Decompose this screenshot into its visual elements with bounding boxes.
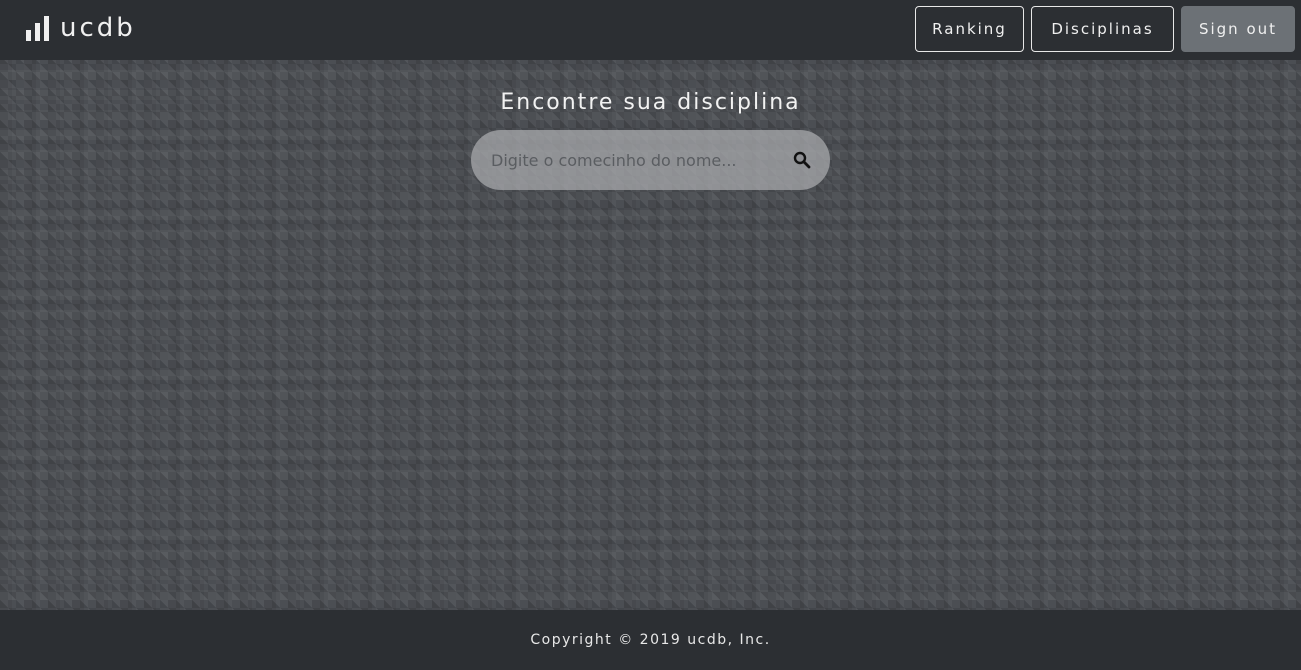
footer: Copyright © 2019 ucdb, Inc.: [0, 610, 1301, 670]
ranking-button[interactable]: Ranking: [915, 6, 1024, 52]
disciplinas-button[interactable]: Disciplinas: [1031, 6, 1174, 52]
search-box: [471, 130, 830, 190]
copyright-text: Copyright © 2019 ucdb, Inc.: [530, 632, 771, 648]
top-navbar: ucdb Ranking Disciplinas Sign out: [0, 0, 1301, 60]
search-icon[interactable]: [793, 151, 811, 169]
page-title: Encontre sua disciplina: [500, 90, 801, 115]
bar-chart-icon: [26, 16, 49, 41]
nav-buttons: Ranking Disciplinas Sign out: [915, 6, 1295, 52]
brand-name: ucdb: [60, 13, 136, 43]
search-input[interactable]: [491, 130, 781, 190]
brand-link[interactable]: ucdb: [25, 13, 136, 43]
sign-out-button[interactable]: Sign out: [1181, 6, 1295, 52]
